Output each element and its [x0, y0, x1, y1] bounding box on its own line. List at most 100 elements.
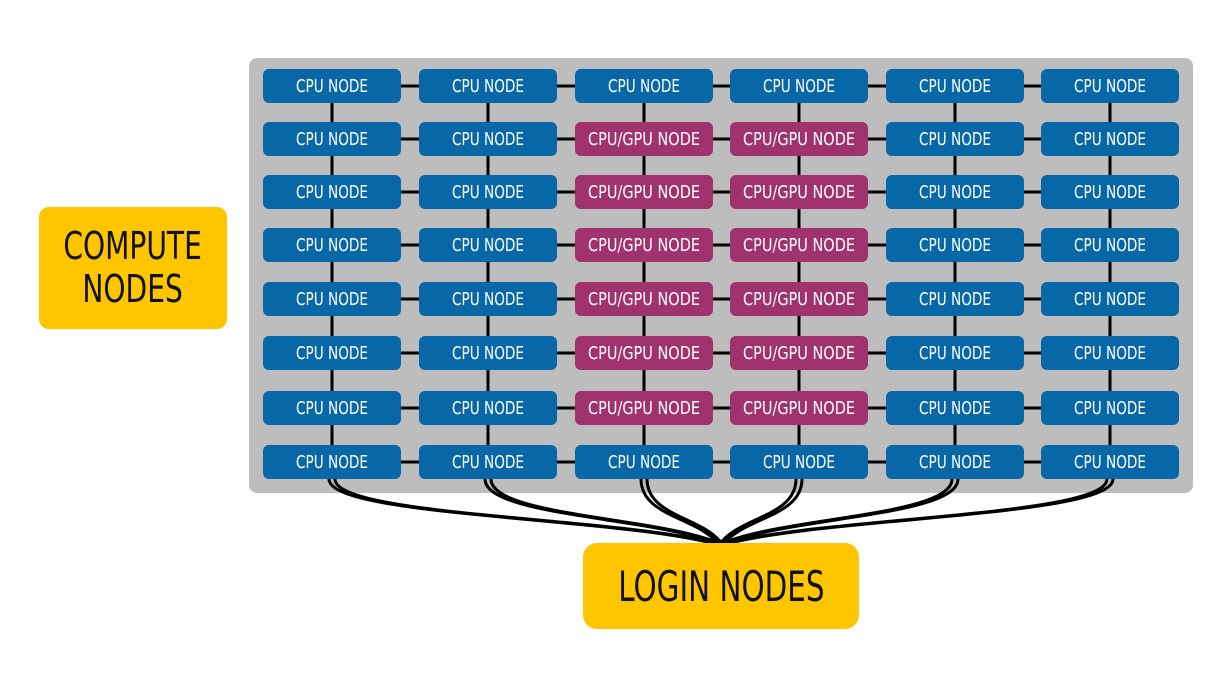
cpu-gpu-node: CPU/GPU NODE: [575, 336, 713, 370]
node-label: CPU NODE: [296, 343, 368, 364]
node-label: CPU NODE: [296, 452, 368, 473]
cpu-node: CPU NODE: [730, 69, 868, 103]
node-label: CPU NODE: [296, 235, 368, 256]
cpu-node: CPU NODE: [419, 336, 557, 370]
cpu-gpu-node: CPU/GPU NODE: [730, 122, 868, 156]
node-label: CPU NODE: [296, 182, 368, 203]
cpu-node: CPU NODE: [419, 175, 557, 209]
node-label: CPU NODE: [1074, 235, 1146, 256]
cpu-gpu-node: CPU/GPU NODE: [730, 228, 868, 262]
login-label-text: LOGIN NODES: [617, 561, 825, 611]
node-label: CPU NODE: [1074, 452, 1146, 473]
node-label: CPU NODE: [1074, 182, 1146, 203]
node-label: CPU/GPU NODE: [743, 129, 855, 150]
cpu-node: CPU NODE: [1041, 391, 1179, 425]
node-label: CPU/GPU NODE: [588, 398, 700, 419]
cpu-gpu-node: CPU/GPU NODE: [575, 122, 713, 156]
cpu-node: CPU NODE: [419, 122, 557, 156]
node-label: CPU NODE: [919, 76, 991, 97]
node-label: CPU NODE: [919, 182, 991, 203]
node-label: CPU/GPU NODE: [743, 235, 855, 256]
cpu-gpu-node: CPU/GPU NODE: [575, 391, 713, 425]
node-label: CPU NODE: [1074, 398, 1146, 419]
cpu-node: CPU NODE: [575, 445, 713, 479]
login-nodes-label: LOGIN NODES: [583, 543, 859, 629]
node-label: CPU NODE: [1074, 76, 1146, 97]
cpu-node: CPU NODE: [263, 175, 401, 209]
compute-label-line1: COMPUTE: [63, 224, 203, 269]
cpu-node: CPU NODE: [263, 391, 401, 425]
node-label: CPU/GPU NODE: [588, 343, 700, 364]
cpu-node: CPU NODE: [886, 391, 1024, 425]
cpu-node: CPU NODE: [1041, 282, 1179, 316]
node-label: CPU/GPU NODE: [743, 182, 855, 203]
cpu-node: CPU NODE: [886, 122, 1024, 156]
cpu-node: CPU NODE: [1041, 175, 1179, 209]
cpu-node: CPU NODE: [575, 69, 713, 103]
node-label: CPU NODE: [919, 129, 991, 150]
node-label: CPU/GPU NODE: [743, 289, 855, 310]
cpu-gpu-node: CPU/GPU NODE: [730, 175, 868, 209]
cpu-node: CPU NODE: [886, 336, 1024, 370]
cpu-node: CPU NODE: [886, 69, 1024, 103]
node-label: CPU NODE: [608, 452, 680, 473]
node-label: CPU NODE: [452, 398, 524, 419]
node-label: CPU NODE: [452, 289, 524, 310]
node-label: CPU/GPU NODE: [743, 343, 855, 364]
cpu-node: CPU NODE: [419, 391, 557, 425]
cpu-gpu-node: CPU/GPU NODE: [575, 228, 713, 262]
node-label: CPU NODE: [919, 343, 991, 364]
cpu-node: CPU NODE: [263, 228, 401, 262]
cpu-node: CPU NODE: [886, 445, 1024, 479]
node-label: CPU NODE: [1074, 129, 1146, 150]
node-label: CPU NODE: [452, 182, 524, 203]
node-label: CPU NODE: [608, 76, 680, 97]
cpu-node: CPU NODE: [1041, 122, 1179, 156]
node-label: CPU/GPU NODE: [588, 182, 700, 203]
cpu-node: CPU NODE: [263, 282, 401, 316]
node-label: CPU NODE: [296, 289, 368, 310]
node-label: CPU NODE: [919, 398, 991, 419]
node-label: CPU NODE: [763, 452, 835, 473]
node-label: CPU NODE: [452, 129, 524, 150]
cpu-node: CPU NODE: [263, 445, 401, 479]
node-label: CPU NODE: [1074, 289, 1146, 310]
node-label: CPU NODE: [296, 129, 368, 150]
cpu-node: CPU NODE: [730, 445, 868, 479]
cpu-node: CPU NODE: [1041, 445, 1179, 479]
node-label: CPU NODE: [1074, 343, 1146, 364]
node-label: CPU/GPU NODE: [588, 129, 700, 150]
node-label: CPU NODE: [919, 235, 991, 256]
compute-label-line2: NODES: [82, 267, 184, 311]
node-label: CPU NODE: [296, 398, 368, 419]
cpu-gpu-node: CPU/GPU NODE: [730, 391, 868, 425]
node-label: CPU NODE: [296, 76, 368, 97]
cpu-gpu-node: CPU/GPU NODE: [730, 282, 868, 316]
compute-nodes-label: COMPUTE NODES: [39, 207, 227, 329]
node-label: CPU NODE: [452, 452, 524, 473]
cpu-node: CPU NODE: [263, 69, 401, 103]
node-label: CPU NODE: [919, 452, 991, 473]
node-label: CPU NODE: [763, 76, 835, 97]
cpu-node: CPU NODE: [419, 445, 557, 479]
cpu-node: CPU NODE: [263, 122, 401, 156]
cpu-node: CPU NODE: [419, 228, 557, 262]
node-label: CPU NODE: [452, 235, 524, 256]
node-label: CPU/GPU NODE: [743, 398, 855, 419]
cpu-gpu-node: CPU/GPU NODE: [730, 336, 868, 370]
cpu-node: CPU NODE: [1041, 336, 1179, 370]
cpu-node: CPU NODE: [886, 175, 1024, 209]
cpu-node: CPU NODE: [886, 282, 1024, 316]
cpu-node: CPU NODE: [419, 282, 557, 316]
cpu-node: CPU NODE: [886, 228, 1024, 262]
cpu-node: CPU NODE: [1041, 69, 1179, 103]
node-label: CPU NODE: [452, 343, 524, 364]
cpu-node: CPU NODE: [1041, 228, 1179, 262]
node-label: CPU NODE: [452, 76, 524, 97]
node-label: CPU NODE: [919, 289, 991, 310]
node-label: CPU/GPU NODE: [588, 289, 700, 310]
cpu-node: CPU NODE: [263, 336, 401, 370]
cpu-gpu-node: CPU/GPU NODE: [575, 282, 713, 316]
cpu-gpu-node: CPU/GPU NODE: [575, 175, 713, 209]
node-label: CPU/GPU NODE: [588, 235, 700, 256]
